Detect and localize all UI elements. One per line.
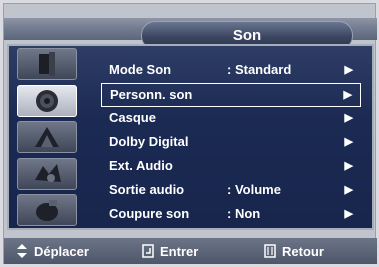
menu-item-label: Sortie audio [109,182,185,197]
menu-item[interactable]: Mode Son : Standard ▶ [101,59,361,83]
menu-item-label: Personn. son [110,87,193,102]
menu-item-value: : Volume [227,182,281,197]
menu-item[interactable]: Casque ▶ [101,107,361,131]
menu-item-label: Coupure son [109,206,190,221]
sound-icon[interactable] [17,84,77,117]
menu-item-label: Dolby Digital [109,134,189,149]
menu-item[interactable]: Sortie audio : Volume ▶ [101,179,361,203]
enter-hint-label: Entrer [160,243,199,259]
enter-hint: Entrer [142,244,198,259]
right-arrow-icon: ▶ [344,64,353,76]
menu-item-label: Ext. Audio [109,158,173,173]
right-arrow-icon: ▶ [344,160,353,172]
right-arrow-icon: ▶ [344,136,353,148]
channel-icon[interactable] [17,121,77,153]
menu-item[interactable]: Personn. son ▶ [101,83,361,107]
up-down-arrow-icon [17,244,27,258]
right-arrow-icon: ▶ [344,112,353,124]
footer-hint-bar: Déplacer Entrer Retour [4,238,377,264]
right-arrow-icon: ▶ [343,89,352,101]
picture-icon[interactable] [17,48,77,80]
right-arrow-icon: ▶ [344,208,353,220]
menu-item[interactable]: Dolby Digital ▶ [101,131,361,155]
enter-icon [142,244,154,258]
menu-item-label: Mode Son [109,62,172,77]
move-hint: Déplacer [16,244,89,259]
osd-menu-window: Son Mode Son: Standard ▶ Personn. son ▶ Casq… [3,3,377,264]
menu-item[interactable]: Coupure son : Non ▶ [101,203,361,227]
right-arrow-icon: ▶ [344,184,353,196]
menu-item-value: : Standard [227,62,292,77]
move-hint-label: Déplacer [34,243,89,259]
menu-item-label: Casque [109,110,156,125]
return-hint: Retour [264,244,324,259]
menu-icon [264,244,276,258]
menu-item[interactable]: Ext. Audio ▶ [101,155,361,179]
input-icon[interactable] [17,194,77,226]
category-icon-column [17,48,77,226]
menu-item-value: : Non [227,206,261,221]
setup-icon[interactable] [17,157,77,190]
return-hint-label: Retour [282,243,324,259]
sound-menu-list: Mode Son: Standard ▶ Personn. son ▶ Casque ▶ D… [101,59,361,227]
